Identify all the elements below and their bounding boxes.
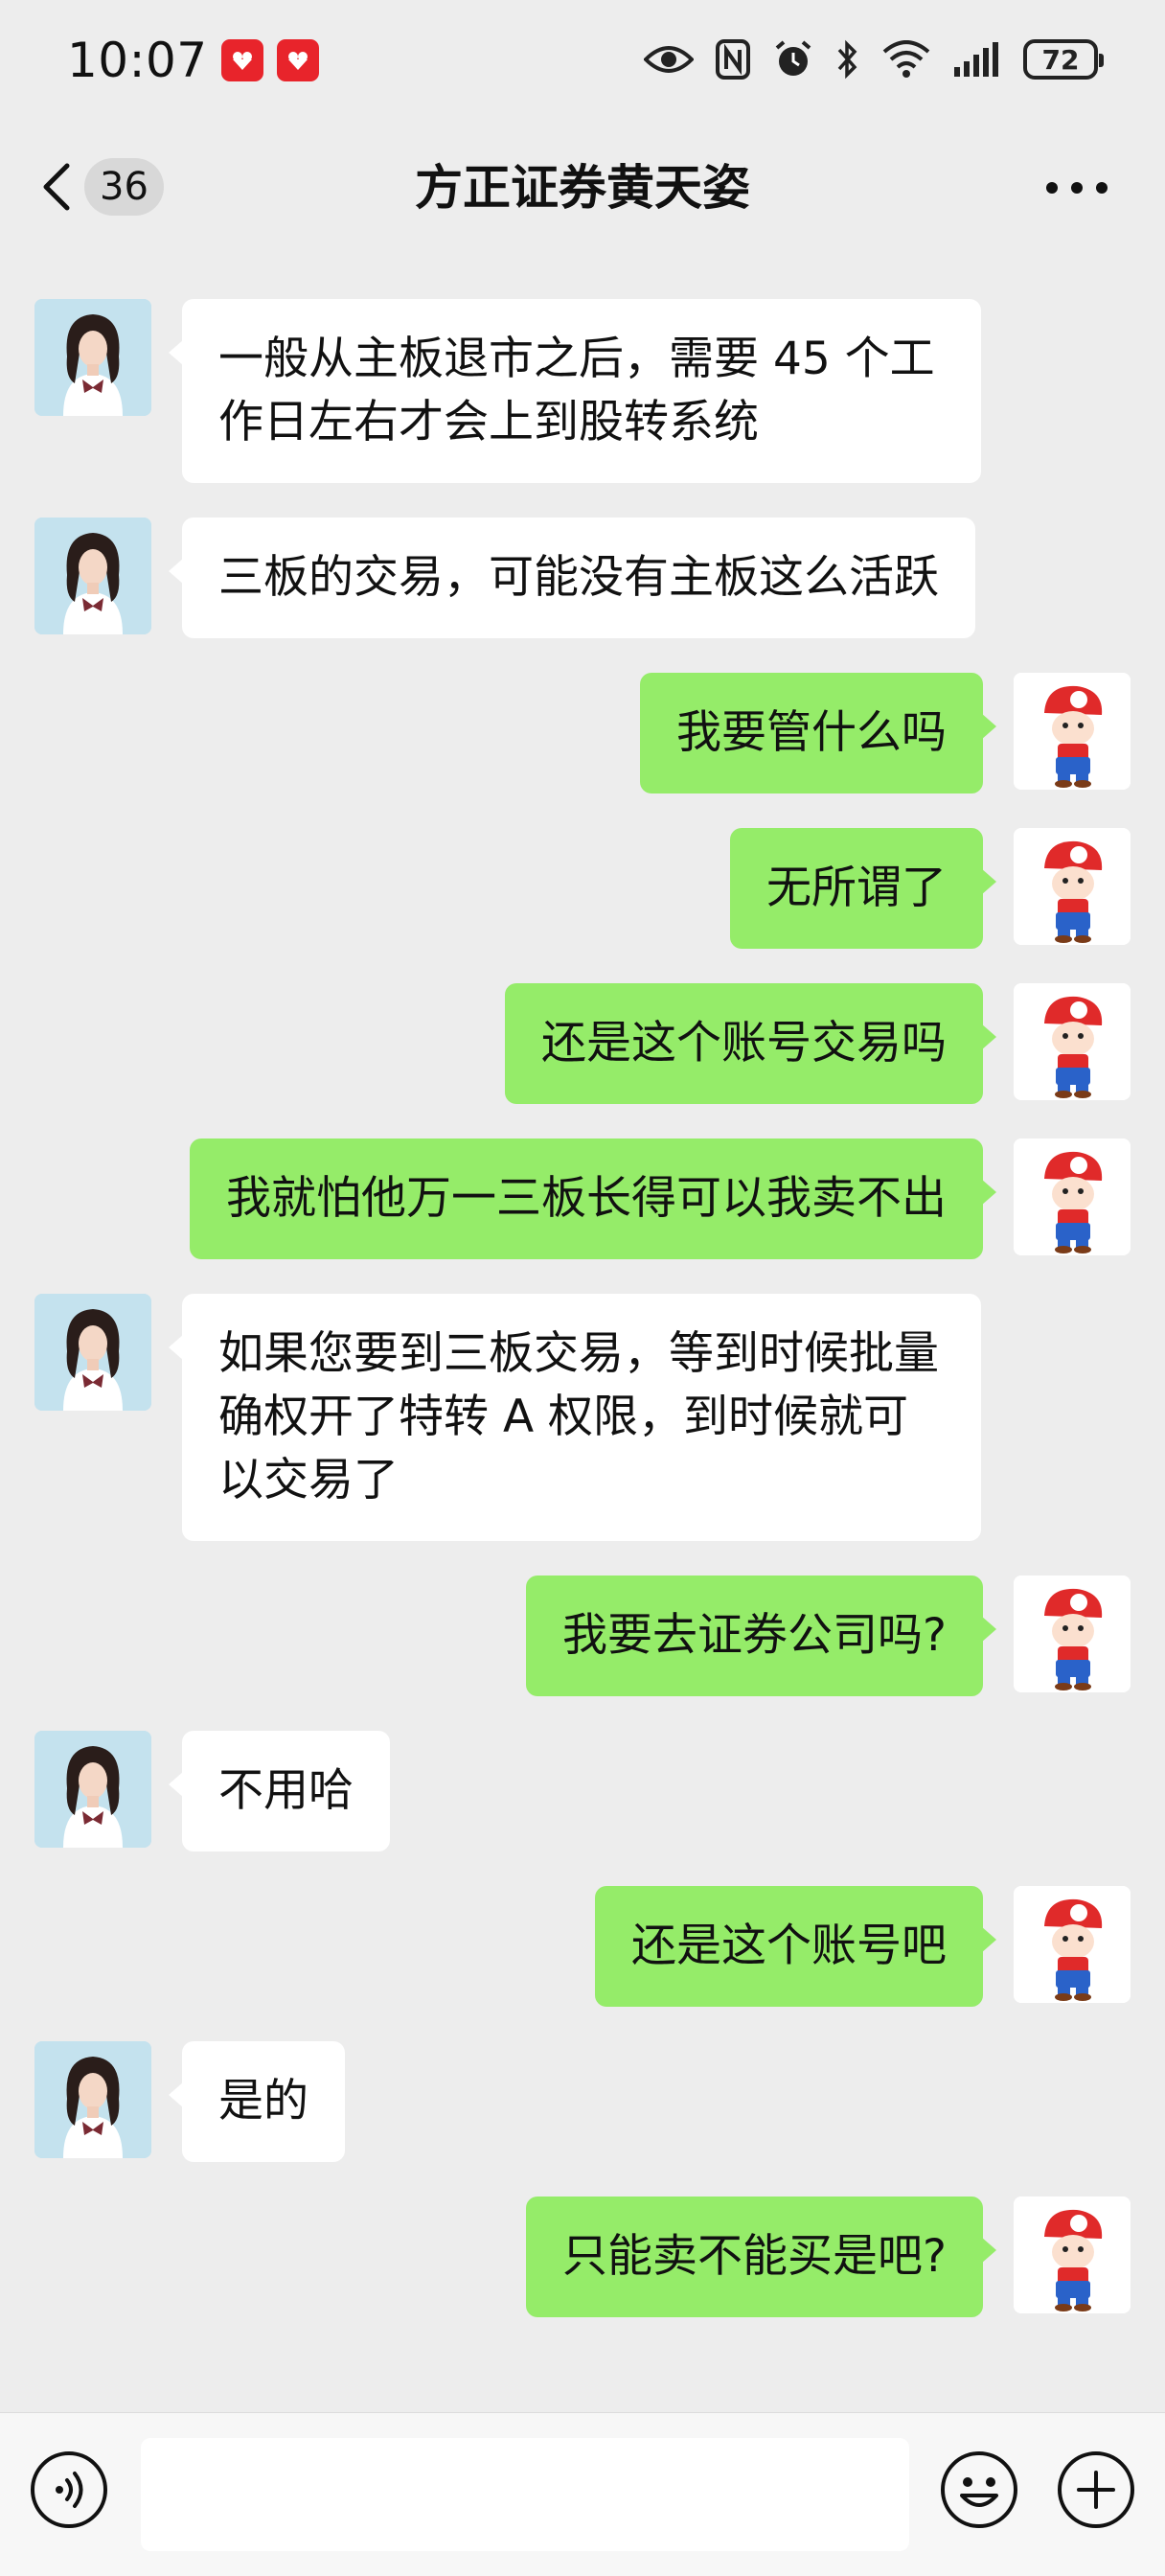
chat-screen: 10:07 72 方正证券黄天姿 36 一般从主板退市之后，需要 45 个工作日…	[0, 0, 1165, 2576]
message-bubble[interactable]: 还是这个账号交易吗	[505, 983, 996, 1104]
wifi-icon	[882, 40, 930, 78]
contact-avatar[interactable]	[34, 2041, 151, 2158]
contact-avatar[interactable]	[34, 518, 151, 634]
status-icons: 72	[644, 31, 1104, 88]
plus-icon	[1058, 2451, 1134, 2528]
contact-avatar[interactable]	[34, 299, 151, 416]
message-bubble[interactable]: 一般从主板退市之后，需要 45 个工作日左右才会上到股转系统	[169, 299, 981, 483]
more-button[interactable]	[1039, 164, 1115, 212]
eye-icon	[644, 46, 694, 73]
my-avatar[interactable]	[1014, 1886, 1131, 2003]
unread-count-badge: 36	[84, 158, 164, 216]
voice-icon	[31, 2451, 107, 2528]
message-bubble[interactable]: 无所谓了	[730, 828, 996, 949]
signal-icon	[954, 42, 998, 77]
notification-badge-icon	[276, 38, 319, 81]
message-bubble[interactable]: 只能卖不能买是吧?	[526, 2196, 996, 2317]
message-bubble[interactable]: 是的	[169, 2041, 345, 2162]
chevron-left-icon	[43, 163, 70, 211]
outgoing-message: 只能卖不能买是吧?	[0, 2196, 1165, 2317]
emoji-button[interactable]	[939, 2450, 1019, 2530]
my-avatar[interactable]	[1014, 828, 1131, 945]
my-avatar[interactable]	[1014, 1138, 1131, 1255]
my-avatar[interactable]	[1014, 2196, 1131, 2313]
back-button[interactable]: 36	[38, 153, 164, 220]
outgoing-message: 还是这个账号交易吗	[0, 983, 1165, 1104]
outgoing-message: 我要去证券公司吗?	[0, 1576, 1165, 1696]
outgoing-message: 我要管什么吗	[0, 673, 1165, 794]
input-bar	[0, 2412, 1165, 2576]
nfc-icon	[716, 39, 750, 80]
incoming-message: 如果您要到三板交易，等到时候批量确权开了特转 A 权限，到时候就可以交易了	[0, 1294, 1165, 1541]
contact-avatar[interactable]	[34, 1294, 151, 1411]
message-bubble[interactable]: 我要管什么吗	[640, 673, 996, 794]
message-bubble[interactable]: 不用哈	[169, 1731, 390, 1852]
more-functions-button[interactable]	[1056, 2450, 1136, 2530]
message-bubble[interactable]: 如果您要到三板交易，等到时候批量确权开了特转 A 权限，到时候就可以交易了	[169, 1294, 981, 1541]
message-bubble[interactable]: 还是这个账号吧	[595, 1886, 996, 2007]
message-bubble[interactable]: 三板的交易，可能没有主板这么活跃	[169, 518, 975, 638]
incoming-message: 一般从主板退市之后，需要 45 个工作日左右才会上到股转系统	[0, 299, 1165, 483]
battery-level: 72	[1041, 43, 1080, 76]
message-bubble[interactable]: 我要去证券公司吗?	[526, 1576, 996, 1696]
message-bubble[interactable]: 我就怕他万一三板长得可以我卖不出	[190, 1138, 996, 1259]
my-avatar[interactable]	[1014, 1576, 1131, 1692]
incoming-message: 是的	[0, 2041, 1165, 2162]
incoming-message: 三板的交易，可能没有主板这么活跃	[0, 518, 1165, 638]
bluetooth-icon	[837, 39, 857, 80]
outgoing-message: 还是这个账号吧	[0, 1886, 1165, 2007]
my-avatar[interactable]	[1014, 673, 1131, 790]
chat-title: 方正证券黄天姿	[415, 160, 750, 216]
message-list[interactable]: 一般从主板退市之后，需要 45 个工作日左右才会上到股转系统三板的交易，可能没有…	[0, 256, 1165, 2412]
status-bar: 10:07 72	[0, 0, 1165, 120]
outgoing-message: 我就怕他万一三板长得可以我卖不出	[0, 1138, 1165, 1259]
message-input[interactable]	[141, 2438, 909, 2551]
chat-header: 方正证券黄天姿 36	[0, 120, 1165, 256]
battery-icon: 72	[1023, 39, 1104, 80]
outgoing-message: 无所谓了	[0, 828, 1165, 949]
voice-button[interactable]	[29, 2450, 109, 2530]
emoji-icon	[941, 2451, 1017, 2528]
alarm-icon	[775, 40, 811, 76]
more-dots-icon	[1046, 182, 1108, 194]
status-time: 10:07	[67, 32, 208, 88]
contact-avatar[interactable]	[34, 1731, 151, 1848]
my-avatar[interactable]	[1014, 983, 1131, 1100]
notification-badge-icon	[220, 38, 263, 81]
incoming-message: 不用哈	[0, 1731, 1165, 1852]
